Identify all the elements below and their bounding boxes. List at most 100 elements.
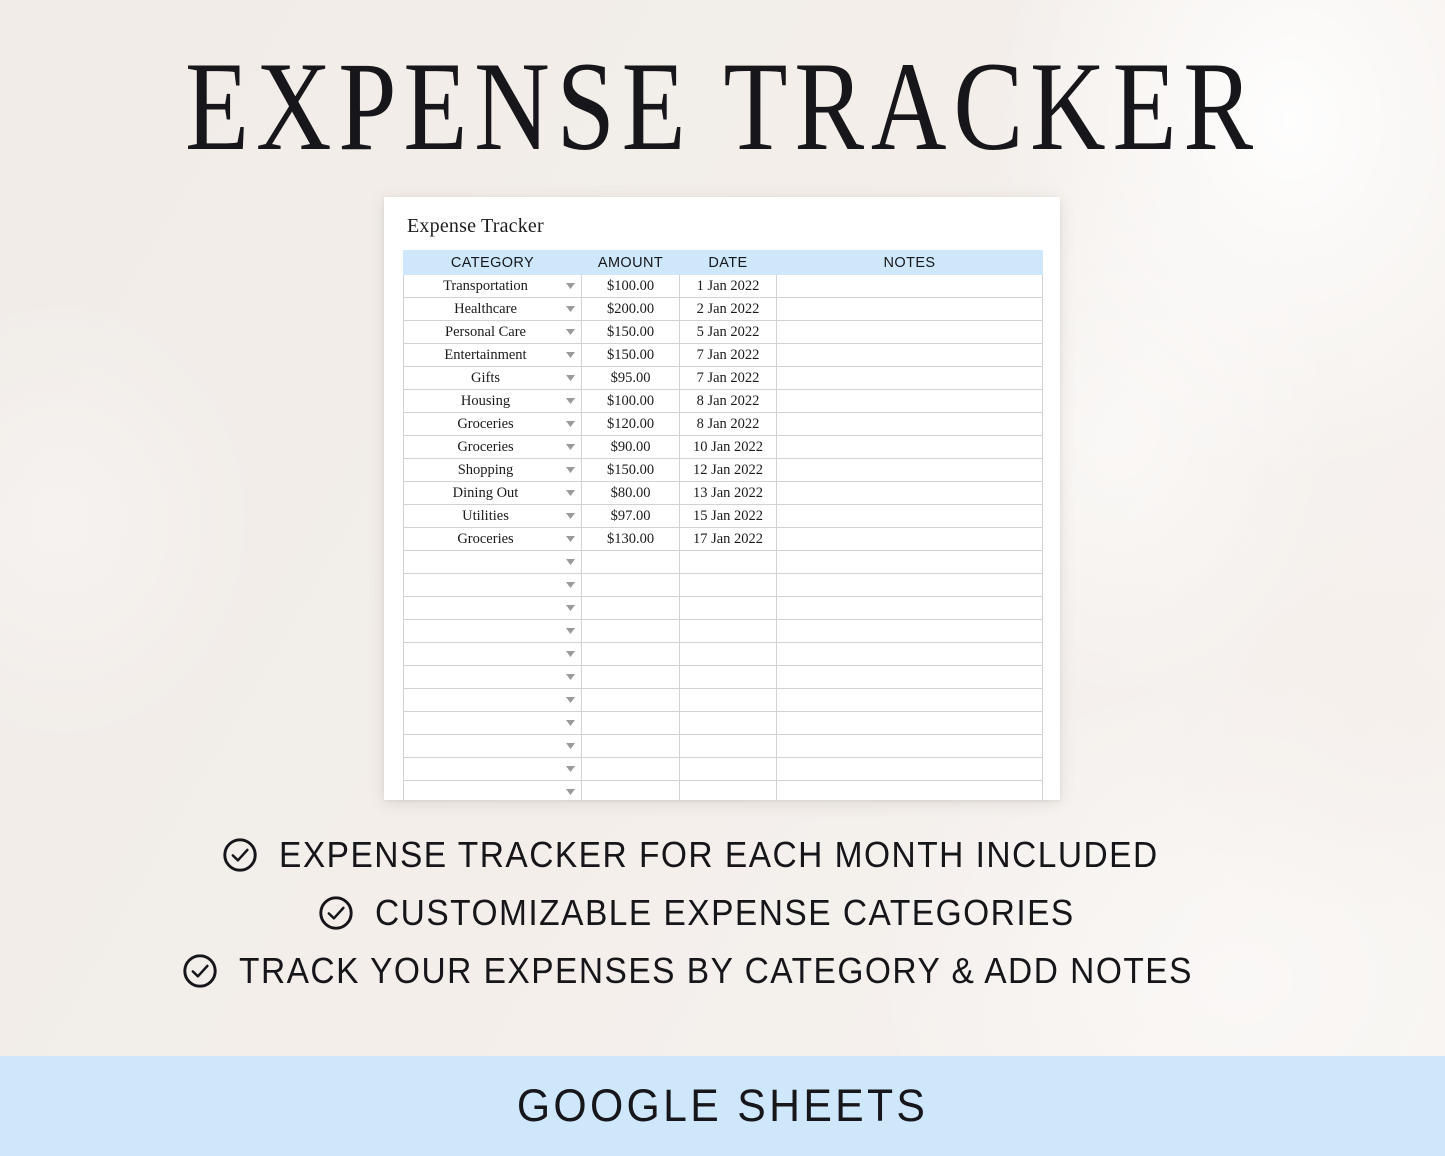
- cell-amount[interactable]: [581, 734, 680, 758]
- cell-date[interactable]: [679, 780, 777, 800]
- cell-category[interactable]: Transportation: [403, 274, 582, 298]
- cell-amount[interactable]: [581, 688, 680, 712]
- cell-notes[interactable]: [776, 550, 1043, 574]
- cell-date[interactable]: [679, 642, 777, 666]
- cell-amount[interactable]: [581, 780, 680, 800]
- cell-date[interactable]: 2 Jan 2022: [679, 297, 777, 321]
- cell-notes[interactable]: [776, 343, 1043, 367]
- cell-date[interactable]: [679, 619, 777, 643]
- cell-notes[interactable]: [776, 619, 1043, 643]
- cell-date[interactable]: 7 Jan 2022: [679, 343, 777, 367]
- cell-amount[interactable]: [581, 642, 680, 666]
- cell-amount[interactable]: $100.00: [581, 389, 680, 413]
- cell-category[interactable]: [403, 780, 582, 800]
- cell-notes[interactable]: [776, 527, 1043, 551]
- caret-down-icon[interactable]: [566, 674, 575, 680]
- cell-amount[interactable]: $90.00: [581, 435, 680, 459]
- cell-category[interactable]: Healthcare: [403, 297, 582, 321]
- cell-amount[interactable]: [581, 757, 680, 781]
- cell-amount[interactable]: $200.00: [581, 297, 680, 321]
- cell-amount[interactable]: $120.00: [581, 412, 680, 436]
- cell-amount[interactable]: [581, 665, 680, 689]
- cell-notes[interactable]: [776, 504, 1043, 528]
- cell-category[interactable]: [403, 596, 582, 620]
- cell-notes[interactable]: [776, 458, 1043, 482]
- cell-amount[interactable]: $150.00: [581, 458, 680, 482]
- cell-date[interactable]: [679, 550, 777, 574]
- caret-down-icon[interactable]: [566, 582, 575, 588]
- cell-date[interactable]: 7 Jan 2022: [679, 366, 777, 390]
- cell-notes[interactable]: [776, 734, 1043, 758]
- cell-date[interactable]: 1 Jan 2022: [679, 274, 777, 298]
- cell-amount[interactable]: $150.00: [581, 320, 680, 344]
- cell-date[interactable]: 12 Jan 2022: [679, 458, 777, 482]
- cell-notes[interactable]: [776, 435, 1043, 459]
- cell-date[interactable]: [679, 573, 777, 597]
- cell-date[interactable]: 17 Jan 2022: [679, 527, 777, 551]
- cell-category[interactable]: [403, 665, 582, 689]
- cell-notes[interactable]: [776, 320, 1043, 344]
- cell-amount[interactable]: [581, 619, 680, 643]
- cell-notes[interactable]: [776, 297, 1043, 321]
- cell-category[interactable]: [403, 711, 582, 735]
- cell-date[interactable]: 15 Jan 2022: [679, 504, 777, 528]
- cell-notes[interactable]: [776, 757, 1043, 781]
- cell-notes[interactable]: [776, 596, 1043, 620]
- cell-date[interactable]: 13 Jan 2022: [679, 481, 777, 505]
- cell-category[interactable]: Groceries: [403, 435, 582, 459]
- cell-category[interactable]: Groceries: [403, 527, 582, 551]
- cell-category[interactable]: Housing: [403, 389, 582, 413]
- cell-date[interactable]: [679, 757, 777, 781]
- column-header-date[interactable]: DATE: [679, 250, 777, 275]
- cell-amount[interactable]: [581, 550, 680, 574]
- cell-category[interactable]: Groceries: [403, 412, 582, 436]
- cell-amount[interactable]: $97.00: [581, 504, 680, 528]
- cell-notes[interactable]: [776, 573, 1043, 597]
- cell-category[interactable]: [403, 619, 582, 643]
- cell-notes[interactable]: [776, 274, 1043, 298]
- cell-category[interactable]: [403, 642, 582, 666]
- cell-category[interactable]: Shopping: [403, 458, 582, 482]
- cell-notes[interactable]: [776, 688, 1043, 712]
- column-header-category[interactable]: CATEGORY: [403, 250, 582, 275]
- cell-notes[interactable]: [776, 642, 1043, 666]
- cell-amount[interactable]: [581, 711, 680, 735]
- caret-down-icon[interactable]: [566, 628, 575, 634]
- cell-notes[interactable]: [776, 665, 1043, 689]
- cell-notes[interactable]: [776, 389, 1043, 413]
- cell-category[interactable]: Personal Care: [403, 320, 582, 344]
- cell-notes[interactable]: [776, 711, 1043, 735]
- cell-category[interactable]: [403, 550, 582, 574]
- cell-date[interactable]: 5 Jan 2022: [679, 320, 777, 344]
- caret-down-icon[interactable]: [566, 766, 575, 772]
- cell-category[interactable]: Utilities: [403, 504, 582, 528]
- cell-category[interactable]: [403, 734, 582, 758]
- cell-amount[interactable]: $95.00: [581, 366, 680, 390]
- column-header-amount[interactable]: AMOUNT: [581, 250, 680, 275]
- caret-down-icon[interactable]: [566, 605, 575, 611]
- cell-notes[interactable]: [776, 366, 1043, 390]
- cell-notes[interactable]: [776, 780, 1043, 800]
- cell-date[interactable]: [679, 665, 777, 689]
- cell-date[interactable]: [679, 711, 777, 735]
- caret-down-icon[interactable]: [566, 743, 575, 749]
- cell-amount[interactable]: [581, 596, 680, 620]
- cell-date[interactable]: 8 Jan 2022: [679, 412, 777, 436]
- caret-down-icon[interactable]: [566, 651, 575, 657]
- cell-category[interactable]: Gifts: [403, 366, 582, 390]
- cell-notes[interactable]: [776, 481, 1043, 505]
- cell-category[interactable]: [403, 573, 582, 597]
- cell-amount[interactable]: $130.00: [581, 527, 680, 551]
- cell-category[interactable]: Entertainment: [403, 343, 582, 367]
- cell-date[interactable]: 8 Jan 2022: [679, 389, 777, 413]
- cell-category[interactable]: [403, 688, 582, 712]
- cell-notes[interactable]: [776, 412, 1043, 436]
- column-header-notes[interactable]: NOTES: [776, 250, 1043, 275]
- cell-category[interactable]: Dining Out: [403, 481, 582, 505]
- cell-date[interactable]: 10 Jan 2022: [679, 435, 777, 459]
- cell-date[interactable]: [679, 734, 777, 758]
- caret-down-icon[interactable]: [566, 697, 575, 703]
- cell-date[interactable]: [679, 596, 777, 620]
- cell-amount[interactable]: [581, 573, 680, 597]
- cell-amount[interactable]: $150.00: [581, 343, 680, 367]
